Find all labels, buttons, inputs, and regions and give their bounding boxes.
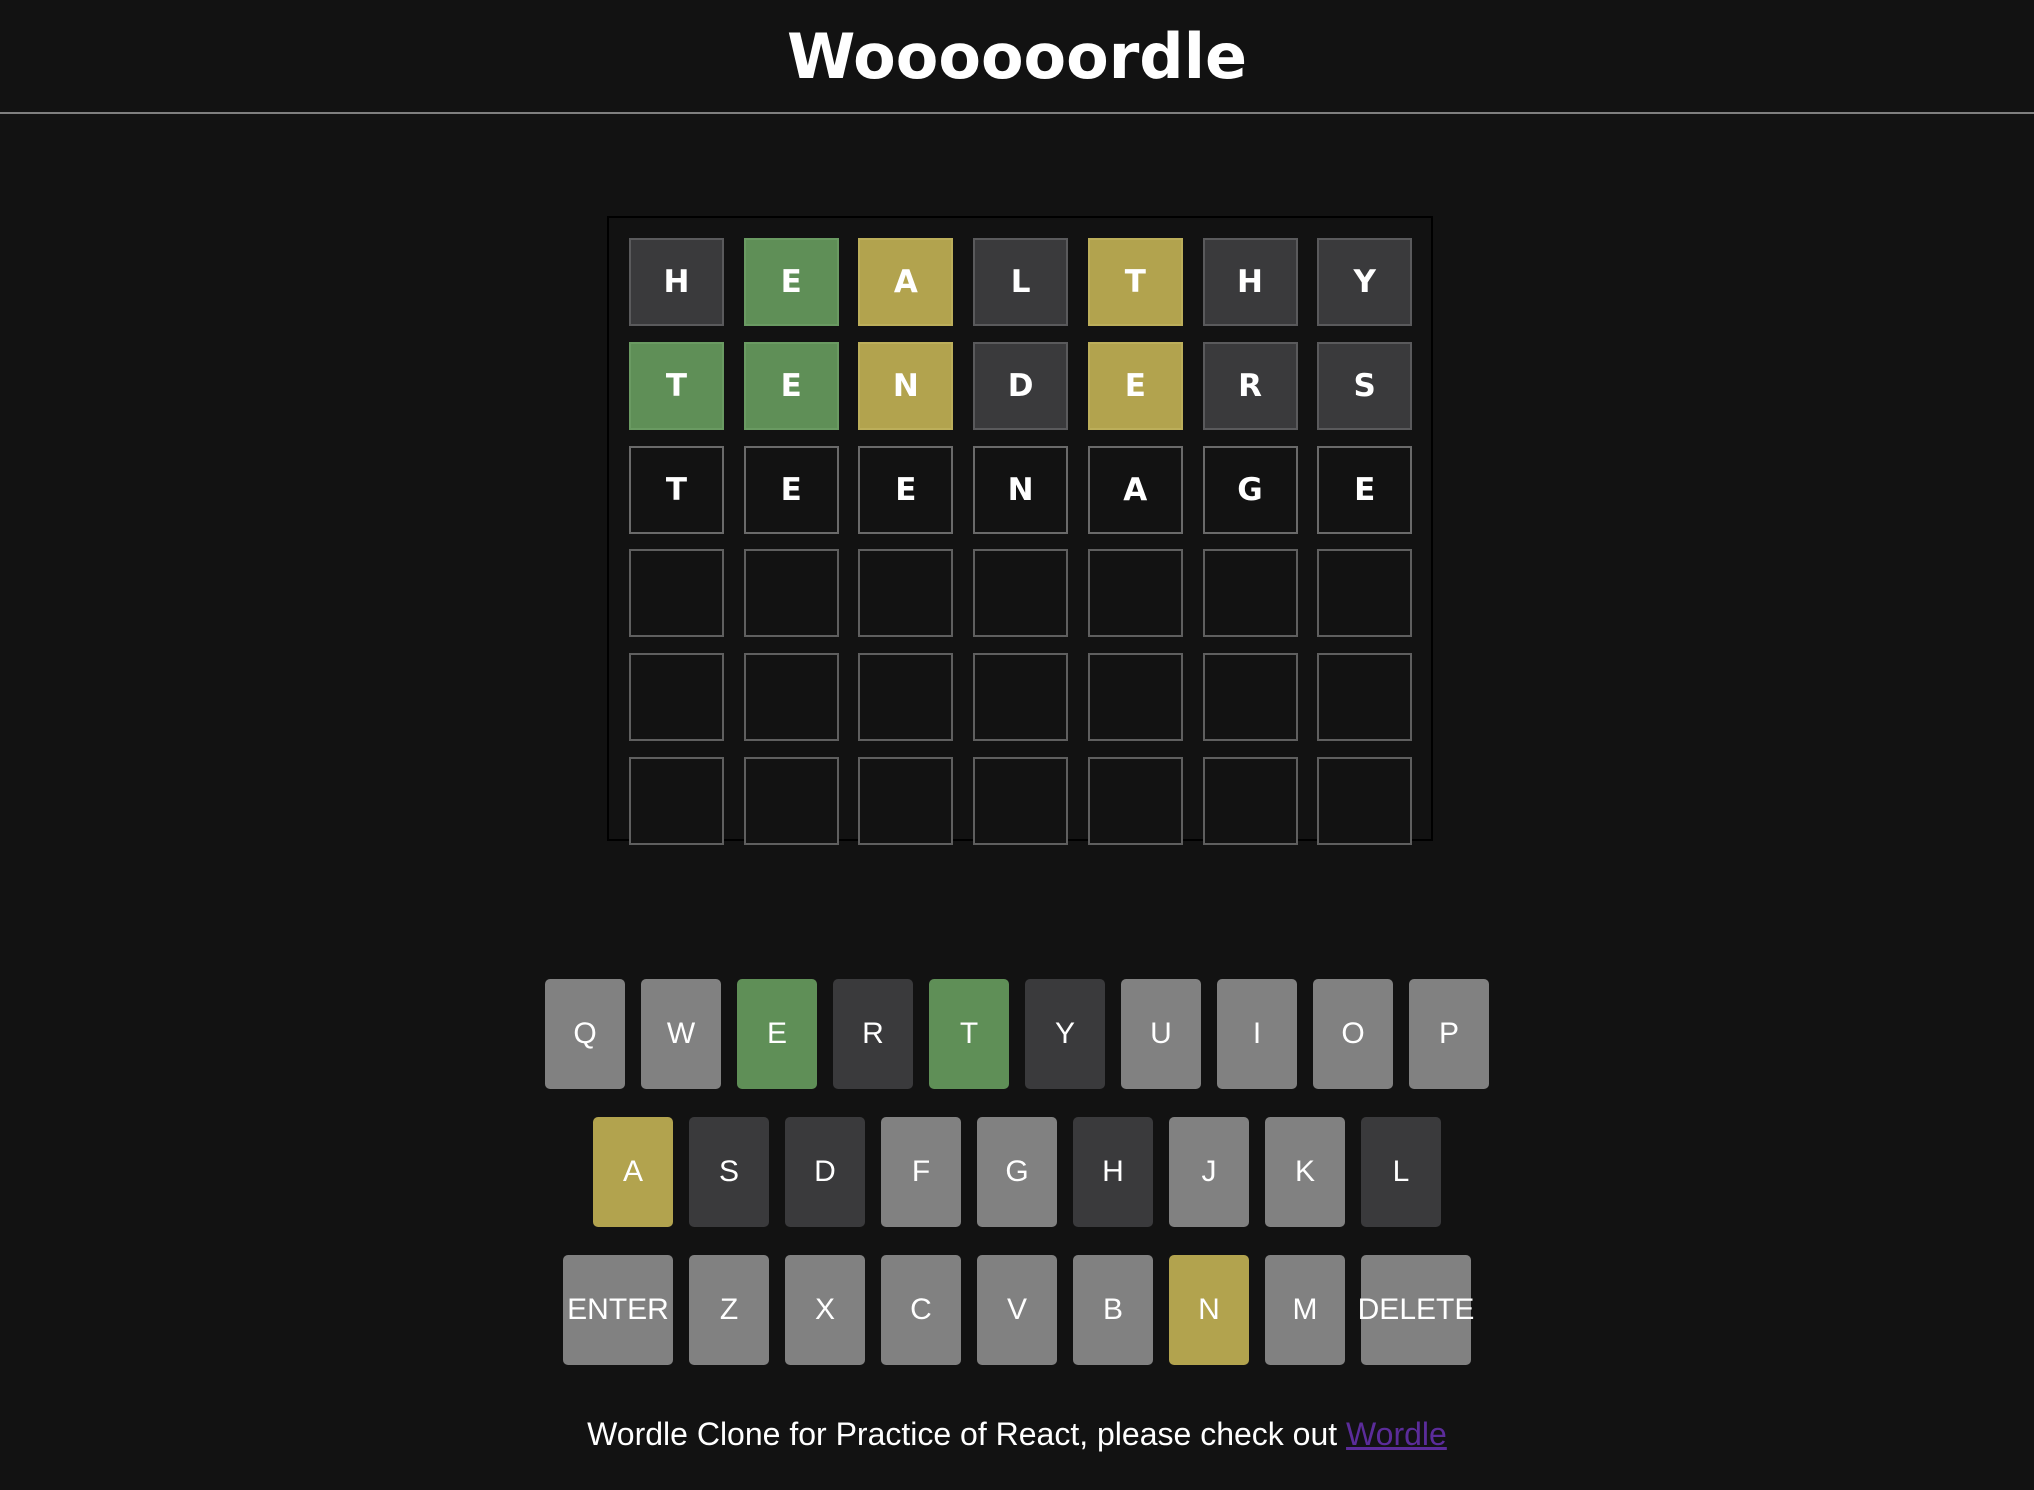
board-tile — [629, 757, 724, 845]
board-tile — [1087, 653, 1183, 742]
board-tile — [743, 653, 839, 742]
key-l[interactable]: L — [1361, 1117, 1441, 1227]
board-tile — [973, 549, 1069, 638]
header: Woooooordle — [0, 0, 2034, 114]
footer: Wordle Clone for Practice of React, plea… — [0, 1416, 2034, 1453]
footer-text: Wordle Clone for Practice of React, plea… — [587, 1416, 1347, 1452]
board-tile — [1087, 549, 1183, 638]
key-b[interactable]: B — [1073, 1255, 1153, 1365]
key-u[interactable]: U — [1121, 979, 1201, 1089]
board-tile: T — [629, 341, 724, 430]
board-tile — [743, 549, 839, 638]
key-m[interactable]: M — [1265, 1255, 1345, 1365]
board-tile: G — [1202, 445, 1298, 534]
board-tile: R — [1202, 341, 1298, 430]
board-tile: E — [1087, 341, 1183, 430]
board-tile — [858, 549, 954, 638]
wordle-page: Woooooordle HEALTHYTENDERSTEENAGE QWERTY… — [0, 0, 2034, 1490]
board-tile — [858, 757, 954, 845]
key-j[interactable]: J — [1169, 1117, 1249, 1227]
board-tile — [1317, 757, 1413, 845]
key-t[interactable]: T — [929, 979, 1009, 1089]
board-tile: S — [1317, 341, 1413, 430]
key-f[interactable]: F — [881, 1117, 961, 1227]
enter-key[interactable]: ENTER — [563, 1255, 673, 1365]
page-title: Woooooordle — [786, 19, 1247, 93]
key-g[interactable]: G — [977, 1117, 1057, 1227]
board-tile — [1087, 757, 1183, 845]
board-tile: T — [629, 445, 724, 534]
board-tile — [743, 757, 839, 845]
board-tile: T — [1087, 238, 1183, 326]
board-tile: A — [1087, 445, 1183, 534]
wordle-link[interactable]: Wordle — [1346, 1416, 1447, 1452]
key-q[interactable]: Q — [545, 979, 625, 1089]
key-z[interactable]: Z — [689, 1255, 769, 1365]
board-tile: E — [1317, 445, 1413, 534]
key-a[interactable]: A — [593, 1117, 673, 1227]
key-w[interactable]: W — [641, 979, 721, 1089]
key-p[interactable]: P — [1409, 979, 1489, 1089]
board-tile: E — [743, 445, 839, 534]
board-tile: E — [858, 445, 954, 534]
key-c[interactable]: C — [881, 1255, 961, 1365]
board-tile — [1202, 757, 1298, 845]
key-x[interactable]: X — [785, 1255, 865, 1365]
board-tile — [629, 549, 724, 638]
key-y[interactable]: Y — [1025, 979, 1105, 1089]
key-o[interactable]: O — [1313, 979, 1393, 1089]
board-tile — [1317, 549, 1413, 638]
board-tile — [629, 653, 724, 742]
key-r[interactable]: R — [833, 979, 913, 1089]
key-d[interactable]: D — [785, 1117, 865, 1227]
board-tile — [1202, 549, 1298, 638]
board-tile: H — [629, 238, 724, 326]
game-board: HEALTHYTENDERSTEENAGE — [607, 216, 1433, 845]
delete-key[interactable]: DELETE — [1358, 1255, 1474, 1365]
key-v[interactable]: V — [977, 1255, 1057, 1365]
board-tile — [973, 757, 1069, 845]
key-k[interactable]: K — [1265, 1117, 1345, 1227]
board-tile — [858, 653, 954, 742]
board-tile — [973, 653, 1069, 742]
board-tile: E — [743, 341, 839, 430]
board-tile: H — [1202, 238, 1298, 326]
board-tile: A — [858, 238, 954, 326]
key-s[interactable]: S — [689, 1117, 769, 1227]
board-tile: N — [973, 445, 1069, 534]
key-n[interactable]: N — [1169, 1255, 1249, 1365]
key-i[interactable]: I — [1217, 979, 1297, 1089]
board-tile: N — [858, 341, 954, 430]
board-tile — [1202, 653, 1298, 742]
key-e[interactable]: E — [737, 979, 817, 1089]
board-tile: Y — [1317, 238, 1413, 326]
key-h[interactable]: H — [1073, 1117, 1153, 1227]
board-tile: D — [973, 341, 1069, 430]
board-tile: E — [743, 238, 839, 326]
board-tile: L — [973, 238, 1069, 326]
board-tile — [1317, 653, 1413, 742]
